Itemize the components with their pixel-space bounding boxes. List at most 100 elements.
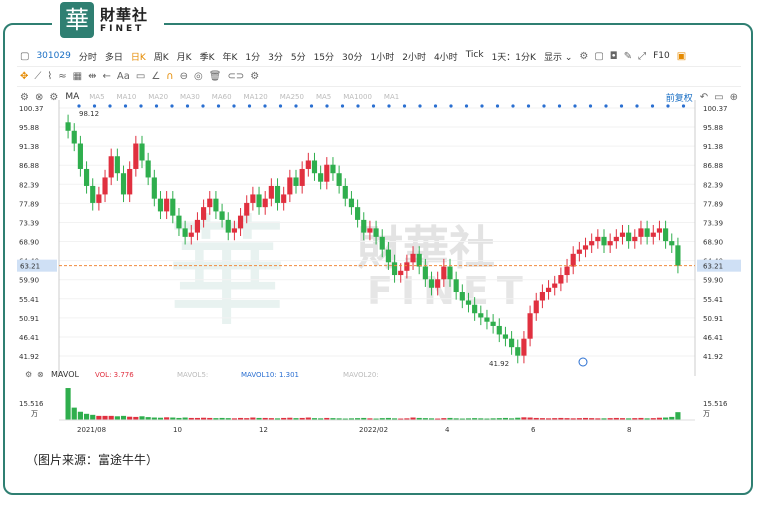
vol-indicator-label: MAVOL — [51, 370, 79, 379]
volume-bar — [71, 407, 77, 420]
brand-name-cn: 財華社 — [100, 6, 149, 24]
brand-name-en: FINET — [100, 24, 145, 34]
candle-body — [422, 266, 428, 280]
volume-bar — [90, 414, 96, 420]
chart-area[interactable]: 華財華社FINET100.37 100.3795.88 95.8891.38 91.3… — [17, 44, 741, 436]
current-price-left: 63.21 — [20, 263, 40, 271]
vol-ma20: MAVOL20: — [343, 371, 379, 379]
candle-body — [484, 317, 490, 322]
candle-body — [213, 198, 219, 212]
volume-bar — [83, 413, 90, 420]
candle-body — [385, 249, 391, 263]
x-tick: 6 — [531, 426, 536, 434]
candle-body — [219, 211, 225, 220]
event-dot — [232, 104, 236, 108]
volume-bar — [120, 415, 127, 420]
candle-body — [348, 198, 355, 208]
candle-body — [582, 245, 589, 250]
candle-body — [293, 177, 299, 186]
vol-ma5: MAVOL5: — [177, 371, 208, 379]
candle-body — [244, 202, 250, 216]
candle-body — [207, 198, 213, 208]
event-dot — [92, 104, 97, 108]
y-tick-right: 46.41 — [703, 334, 723, 342]
candle-body — [410, 253, 416, 263]
candle-body — [194, 219, 201, 233]
event-dot — [588, 104, 593, 108]
y-tick-right: 86.88 — [703, 162, 723, 170]
vol-value: VOL: 3.776 — [95, 371, 134, 379]
event-dot — [123, 104, 128, 108]
candle-body — [318, 173, 324, 182]
candle-body — [274, 185, 281, 203]
candle-body — [164, 198, 170, 212]
x-tick: 2021/08 — [77, 426, 106, 434]
y-tick-left: 86.88 — [19, 162, 39, 170]
candle-body — [650, 232, 656, 237]
y-tick-right: 73.39 — [703, 219, 723, 227]
candle-body — [509, 338, 515, 348]
candle-body — [77, 143, 83, 169]
event-dot — [666, 104, 670, 108]
candle-body — [176, 215, 182, 229]
candle-body — [355, 207, 361, 220]
event-dot — [480, 104, 484, 108]
event-dot — [247, 104, 252, 108]
candle-body — [552, 283, 558, 288]
event-dot — [340, 104, 345, 108]
candle-body — [102, 177, 108, 195]
vol-axis-left-unit: 万 — [31, 410, 38, 418]
candle-body — [619, 232, 626, 237]
candle-body — [114, 156, 120, 174]
event-dot — [418, 104, 422, 108]
candle-body — [90, 185, 96, 203]
y-tick-left: 100.37 — [19, 105, 44, 113]
event-dot — [185, 104, 190, 108]
volume-bar — [65, 388, 71, 420]
candle-body — [398, 270, 404, 276]
candle-body — [96, 194, 102, 203]
candle-body — [632, 236, 638, 242]
volume-bar — [77, 411, 83, 420]
event-dot — [170, 104, 174, 108]
event-dot — [573, 104, 577, 108]
candle-body — [127, 168, 133, 195]
event-dot — [526, 104, 531, 108]
event-dot — [201, 104, 205, 108]
candle-body — [613, 236, 619, 242]
candle-body — [361, 219, 367, 233]
y-tick-left: 46.41 — [19, 334, 39, 342]
candle-body — [262, 198, 268, 208]
candle-body — [521, 338, 527, 356]
candle-body — [589, 241, 595, 246]
candle-body — [145, 160, 151, 178]
vol-close-icon: ⊗ — [37, 370, 44, 379]
y-tick-left: 91.38 — [19, 143, 39, 151]
candle-body — [237, 215, 244, 229]
y-tick-left: 82.39 — [19, 181, 39, 189]
y-tick-right: 95.88 — [703, 124, 723, 132]
candle-body — [576, 249, 582, 254]
event-dot — [402, 104, 407, 108]
candle-body — [644, 228, 650, 237]
vol-axis-left-value: 15.516 — [19, 400, 44, 408]
y-tick-right: 91.38 — [703, 143, 723, 151]
event-dot — [108, 104, 112, 108]
y-tick-left: 77.89 — [19, 200, 39, 208]
candle-body — [367, 228, 373, 233]
y-tick-right: 77.89 — [703, 200, 723, 208]
event-dot — [604, 104, 608, 108]
event-dot — [154, 104, 159, 108]
y-tick-left: 50.91 — [19, 315, 39, 323]
target-icon — [578, 357, 588, 367]
candle-body — [558, 275, 564, 284]
candle-body — [133, 143, 139, 169]
candle-body — [638, 228, 644, 237]
vol-axis-right-value: 15.516 — [703, 400, 728, 408]
candle-body — [305, 160, 311, 169]
candle-body — [539, 292, 545, 301]
high-price-label: 98.12 — [79, 110, 99, 118]
x-tick: 12 — [259, 426, 268, 434]
y-tick-right: 50.91 — [703, 315, 723, 323]
x-tick: 8 — [627, 426, 631, 434]
